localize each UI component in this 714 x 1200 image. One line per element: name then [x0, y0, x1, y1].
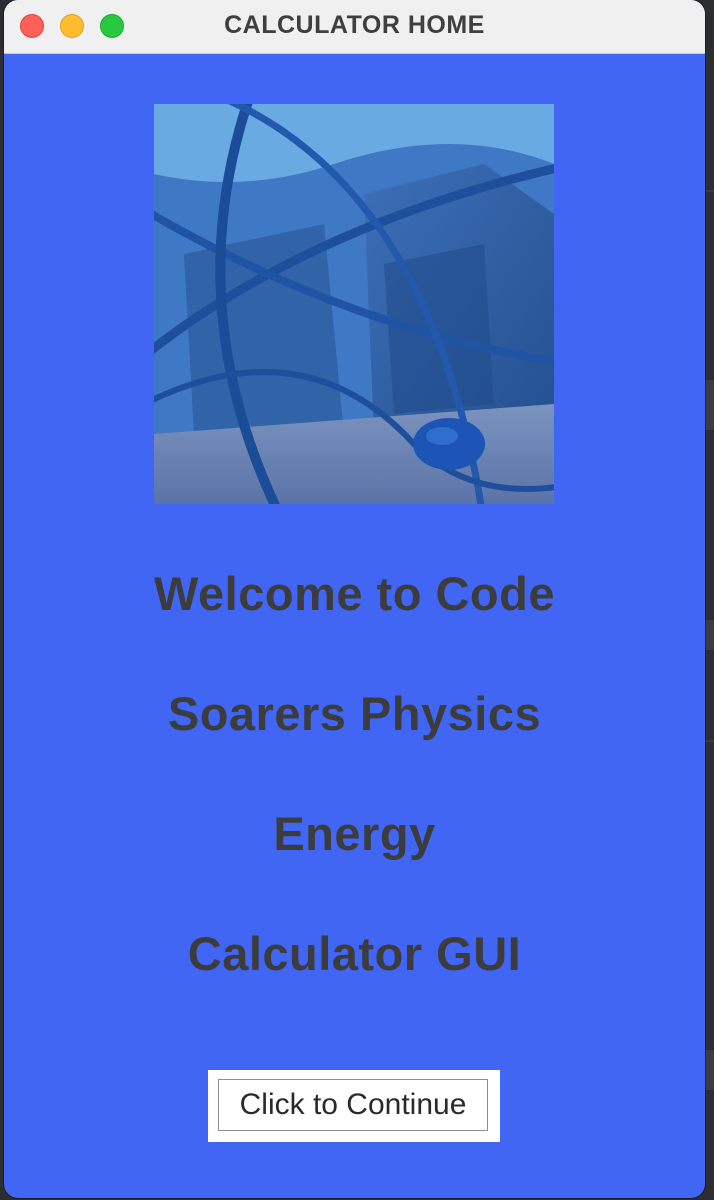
atom-sculpture-illustration	[154, 104, 554, 504]
continue-button-container: Click to Continue	[208, 1070, 500, 1142]
window-title: CALCULATOR HOME	[224, 11, 485, 39]
main-content: Welcome to Code Soarers Physics Energy C…	[4, 54, 705, 1198]
welcome-line-2: Soarers Physics	[167, 687, 542, 740]
welcome-line-3: Energy	[273, 807, 436, 860]
blue-atom-sculpture-image	[154, 104, 554, 504]
click-to-continue-button[interactable]: Click to Continue	[218, 1079, 488, 1131]
welcome-line-4: Calculator GUI	[187, 927, 522, 980]
welcome-line-1: Welcome to Code	[154, 567, 555, 620]
title-bar[interactable]: CALCULATOR HOME	[4, 0, 705, 54]
calculator-home-window: CALCULATOR HOME Welcome to Code Soarers …	[4, 0, 705, 1198]
